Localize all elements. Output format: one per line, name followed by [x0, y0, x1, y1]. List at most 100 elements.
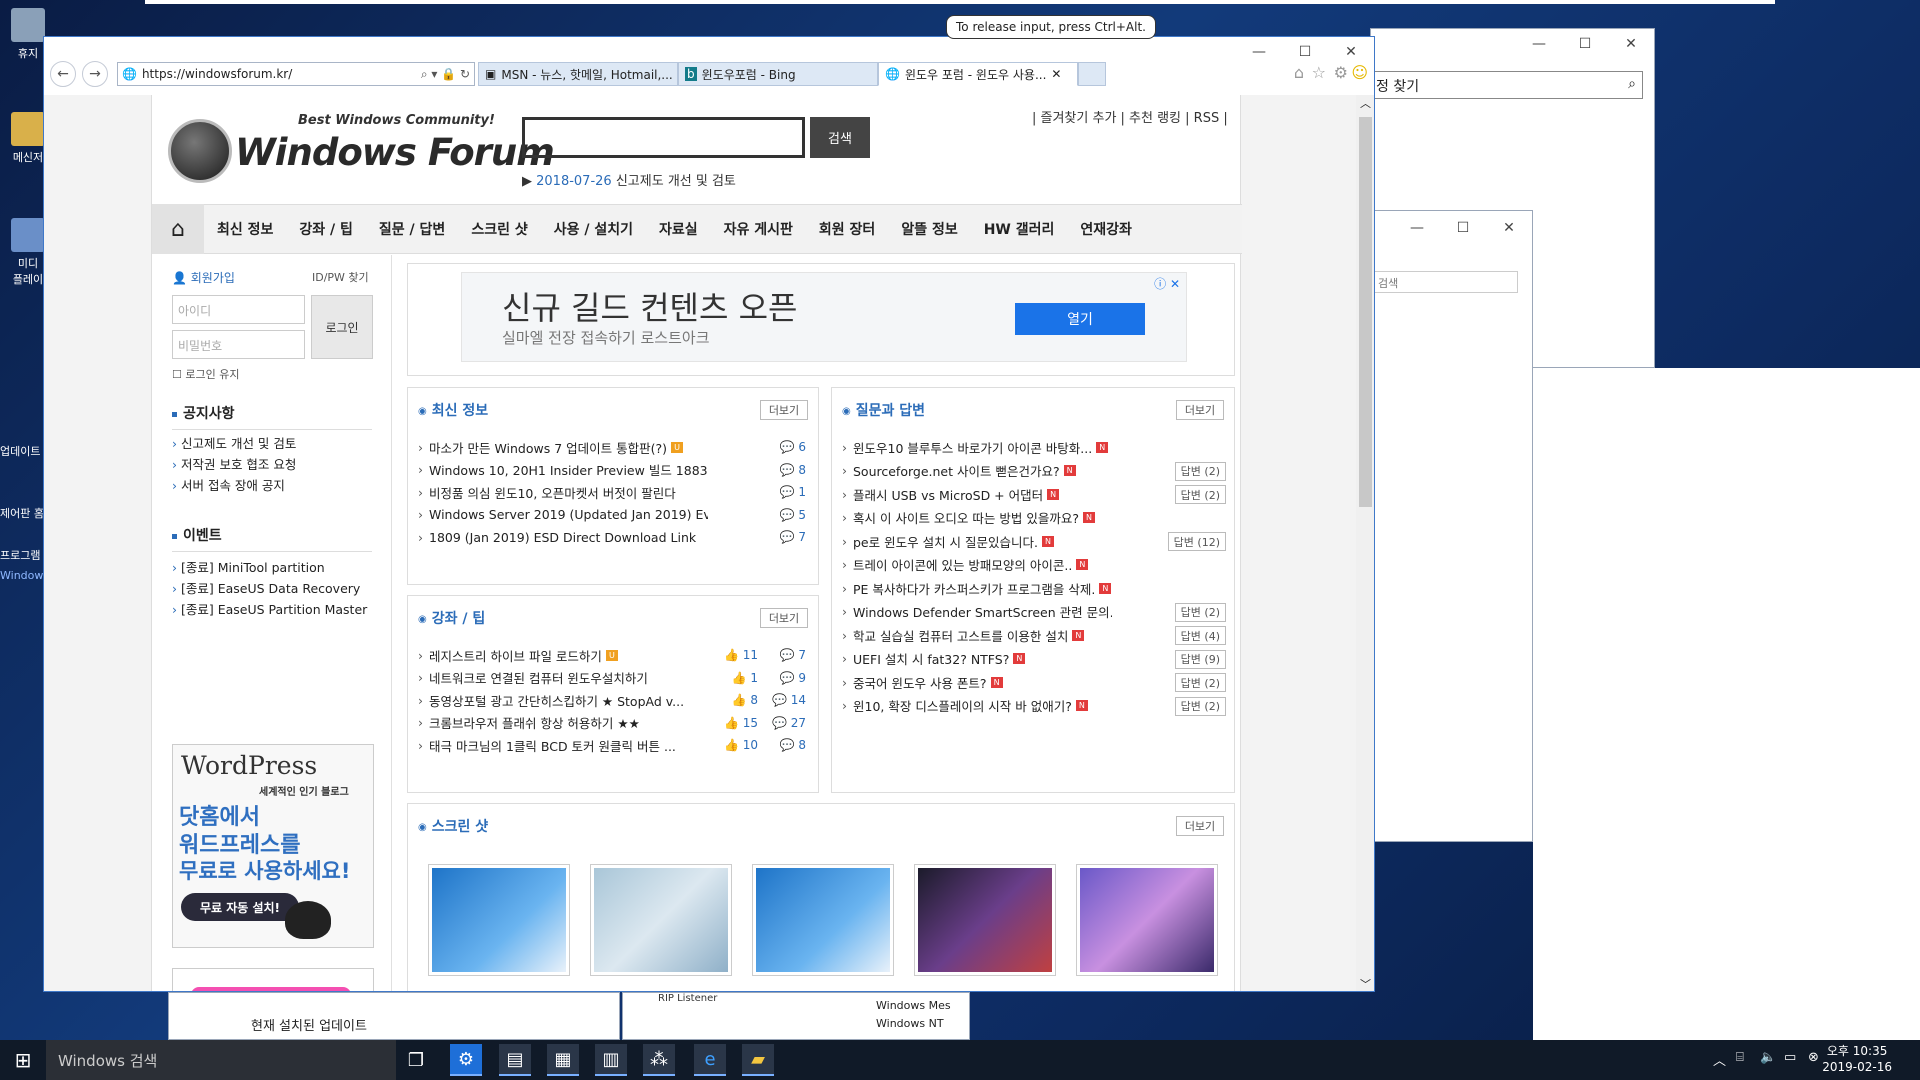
password-field[interactable]: 비밀번호: [172, 330, 305, 359]
screenshot-thumb[interactable]: [752, 864, 894, 976]
close-tab-icon[interactable]: ✕: [1051, 67, 1061, 81]
ad-info-icon[interactable]: ⓘ ✕: [1154, 275, 1180, 292]
screenshot-thumb[interactable]: [428, 864, 570, 976]
menu-item[interactable]: 연재강좌: [1067, 219, 1145, 239]
back-icon[interactable]: ←: [50, 61, 76, 87]
control-panel-icon[interactable]: ▦: [547, 1044, 579, 1076]
answer-count[interactable]: 답변 (2): [1174, 461, 1226, 481]
site-search-button[interactable]: 검색: [810, 117, 870, 158]
more-button[interactable]: 더보기: [760, 400, 808, 420]
more-button[interactable]: 더보기: [1176, 816, 1224, 836]
tab-msn[interactable]: ▣ MSN - 뉴스, 핫메일, Hotmail,...: [478, 62, 678, 86]
menu-item[interactable]: 강좌 / 팁: [286, 219, 366, 239]
banner-button[interactable]: 열기: [1015, 303, 1145, 335]
menu-item[interactable]: 자료실: [646, 219, 711, 239]
new-tab-button[interactable]: [1078, 62, 1106, 86]
top-links[interactable]: | 즐겨찾기 추가 | 추천 랭킹 | RSS |: [1032, 107, 1228, 126]
minimize-icon[interactable]: —: [1236, 37, 1282, 67]
bg-search-field[interactable]: 정 찾기 ⌕: [1371, 71, 1643, 99]
start-icon[interactable]: ⊞: [0, 1040, 46, 1080]
ad-button[interactable]: 무료 자동 설치!: [181, 893, 299, 921]
maximize-icon[interactable]: ☐: [1440, 213, 1486, 243]
tree-item[interactable]: Windows Mes: [876, 997, 951, 1015]
minimize-icon[interactable]: —: [1516, 29, 1562, 59]
list-item[interactable]: 태극 마크님의 1클릭 BCD 토커 원클릭 버튼 ...: [418, 734, 688, 756]
notice-item[interactable]: 신고제도 개선 및 검토: [172, 433, 296, 454]
tab-bing[interactable]: b 윈도우포럼 - Bing: [678, 62, 878, 86]
menu-item[interactable]: 알뜰 정보: [888, 219, 970, 239]
latest-heading[interactable]: 최신 정보: [418, 400, 488, 420]
id-field[interactable]: 아이디: [172, 295, 305, 324]
list-item[interactable]: 크롬브라우저 플래쉬 항상 허용하기 ★★: [418, 712, 688, 734]
search-icon[interactable]: ⌕ ▾ 🔒 ↻: [421, 67, 470, 82]
notice-item[interactable]: 서버 접속 장애 공지: [172, 475, 296, 496]
event-item[interactable]: [종료] MiniTool partition: [172, 557, 367, 578]
answer-count[interactable]: 답변 (2): [1174, 602, 1226, 622]
list-item[interactable]: 트레이 아이콘에 있는 방패모양의 아이콘..N: [842, 554, 1112, 576]
scroll-down-icon[interactable]: ﹀: [1356, 976, 1374, 991]
event-item[interactable]: [종료] EaseUS Data Recovery: [172, 578, 367, 599]
close-icon[interactable]: ✕: [1608, 29, 1654, 59]
settings-icon[interactable]: ⚙: [450, 1044, 482, 1076]
banner-ad[interactable]: 신규 길드 컨텐츠 오픈 실마엘 전장 접속하기 로스트아크 열기 ⓘ ✕: [461, 272, 1187, 362]
clear-icon[interactable]: ⊗: [1808, 1050, 1819, 1065]
list-item[interactable]: 중국어 윈도우 사용 폰트?N: [842, 671, 1112, 693]
list-item[interactable]: Sourceforge.net 사이트 뻗은건가요?N: [842, 460, 1112, 482]
menu-item[interactable]: 회원 장터: [806, 219, 888, 239]
site-search-input[interactable]: [522, 117, 805, 158]
screenshot-thumb[interactable]: [590, 864, 732, 976]
list-item[interactable]: 비정품 의심 윈도10, 오픈마켓서 버젓이 팔린다: [418, 481, 708, 503]
scroll-up-icon[interactable]: ︿: [1356, 95, 1374, 111]
answer-count[interactable]: 답변 (4): [1174, 626, 1226, 645]
home-icon[interactable]: ⌂: [1294, 63, 1304, 82]
answer-count[interactable]: 답변 (12): [1167, 532, 1226, 551]
screens-heading[interactable]: 스크린 샷: [418, 816, 488, 836]
more-button[interactable]: 더보기: [760, 608, 808, 628]
answer-count[interactable]: 답변 (2): [1174, 696, 1226, 716]
minimize-icon[interactable]: —: [1394, 213, 1440, 243]
pink-ad[interactable]: [172, 968, 374, 991]
list-item[interactable]: 마소가 만든 Windows 7 업데이트 통합판(?)U: [418, 436, 708, 458]
tips-heading[interactable]: 강좌 / 팁: [418, 608, 486, 628]
list-item[interactable]: 동영상포털 광고 간단히스킵하기 ★ StopAd v...: [418, 689, 688, 711]
list-item[interactable]: 네트워크로 연결된 컴퓨터 윈도우설치하기: [418, 667, 688, 689]
wordpress-ad[interactable]: WordPress 세계적인 인기 블로그 닷홈에서 워드프레스를 무료로 사용…: [172, 744, 374, 948]
list-item[interactable]: 학교 실습실 컴퓨터 고스트를 이용한 설치N: [842, 624, 1112, 646]
list-item[interactable]: PE 복사하다가 카스퍼스키가 프로그램을 삭제.N: [842, 577, 1112, 599]
list-item[interactable]: Windows Server 2019 (Updated Jan 2019) E…: [418, 504, 708, 526]
settings-icon[interactable]: ⚙: [1334, 63, 1348, 82]
answer-count[interactable]: 답변 (2): [1174, 485, 1226, 504]
answer-count[interactable]: 답변 (9): [1174, 649, 1226, 669]
chevron-up-icon[interactable]: ︿: [1713, 1050, 1726, 1069]
task-view-icon[interactable]: ❐: [400, 1044, 432, 1076]
keep-login-checkbox[interactable]: ☐ 로그인 유지: [172, 366, 239, 382]
find-account-link[interactable]: ID/PW 찾기: [312, 269, 369, 285]
list-item[interactable]: 윈10, 확장 디스플레이의 시작 바 없애기?N: [842, 695, 1112, 717]
list-item[interactable]: Windows 10, 20H1 Insider Preview 빌드 1883…: [418, 459, 708, 481]
login-button[interactable]: 로그인: [311, 295, 373, 359]
menu-item[interactable]: 자유 게시판: [711, 219, 806, 239]
clock[interactable]: 오후 10:35 2019-02-16: [1822, 1043, 1892, 1075]
join-link[interactable]: 👤 회원가입: [172, 269, 235, 286]
document-icon[interactable]: ▥: [595, 1044, 627, 1076]
list-item[interactable]: 레지스트리 하이브 파일 로드하기U: [418, 644, 688, 666]
feedback-icon[interactable]: ☺: [1351, 63, 1368, 82]
menu-item[interactable]: 질문 / 답변: [366, 219, 458, 239]
network-icon[interactable]: ⌸: [1736, 1050, 1744, 1065]
screenshot-thumb[interactable]: [1076, 864, 1218, 976]
bg-search-field-2[interactable]: 검색: [1374, 271, 1518, 293]
volume-icon[interactable]: 🔈: [1760, 1050, 1776, 1065]
tab-windowsforum[interactable]: 🌐 윈도우 포럼 - 윈도우 사용... ✕: [878, 62, 1078, 86]
taskbar-search[interactable]: Windows 검색: [46, 1040, 396, 1080]
site-logo[interactable]: Windows Forum: [235, 131, 555, 174]
more-button[interactable]: 더보기: [1176, 400, 1224, 420]
tree-item[interactable]: Windows NT: [876, 1015, 951, 1033]
forward-icon[interactable]: →: [82, 61, 108, 87]
list-item[interactable]: UEFI 설치 시 fat32? NTFS?N: [842, 648, 1112, 670]
file-explorer-icon[interactable]: ▰: [742, 1044, 774, 1076]
menu-item[interactable]: 스크린 샷: [458, 219, 540, 239]
qa-heading[interactable]: 질문과 답변: [842, 400, 925, 420]
close-icon[interactable]: ✕: [1486, 213, 1532, 243]
list-item[interactable]: 윈도우10 블루투스 바로가기 아이콘 바탕화...N: [842, 436, 1112, 458]
menu-item[interactable]: 최신 정보: [204, 219, 286, 239]
